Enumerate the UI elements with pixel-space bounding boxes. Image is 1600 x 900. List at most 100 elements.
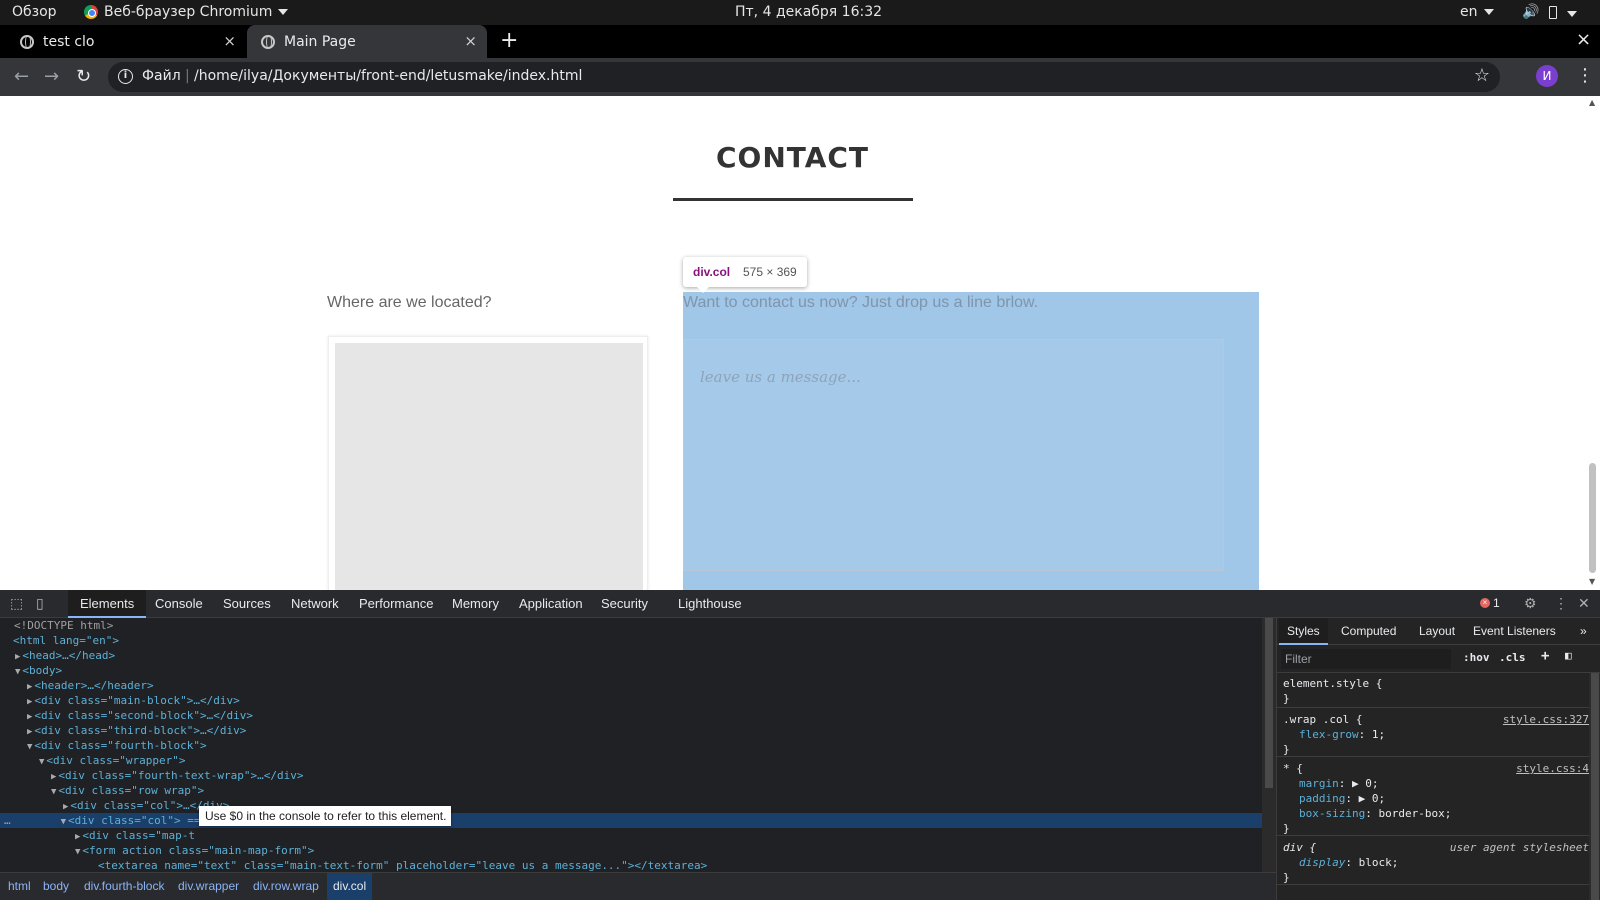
expand-triangle-icon[interactable]: ▶: [0, 727, 32, 737]
dom-node-body[interactable]: ▼ <body>: [0, 663, 1262, 678]
keyboard-layout-indicator[interactable]: en: [1460, 4, 1494, 20]
tab-performance[interactable]: Performance: [359, 596, 433, 611]
error-counter[interactable]: × 1: [1480, 596, 1500, 610]
dom-node-wrapper[interactable]: ▼ <div class="wrapper">: [0, 753, 1262, 768]
tab-test-clo[interactable]: test clo ×: [0, 25, 246, 58]
elements-scrollbar[interactable]: [1262, 618, 1276, 872]
collapse-triangle-icon[interactable]: ▼: [0, 757, 44, 767]
tab-memory[interactable]: Memory: [452, 596, 499, 611]
tab-console[interactable]: Console: [155, 596, 203, 611]
rule-property[interactable]: box-sizing: border-box;: [1299, 806, 1451, 821]
tab-layout[interactable]: Layout: [1419, 624, 1455, 638]
expand-triangle-icon[interactable]: ▶: [0, 682, 32, 692]
device-toolbar-icon[interactable]: ▯: [36, 595, 44, 612]
rule-property[interactable]: flex-grow: 1;: [1299, 727, 1385, 742]
cls-toggle[interactable]: .cls: [1499, 651, 1526, 664]
close-icon[interactable]: ×: [223, 32, 236, 50]
dom-node-col-selected[interactable]: … ▼ <div class="col"> == $0: [0, 813, 1262, 828]
profile-avatar[interactable]: И: [1536, 65, 1558, 87]
scrollbar-thumb[interactable]: [1589, 463, 1596, 573]
dom-node-main-block[interactable]: ▶ <div class="main-block">…</div>: [0, 693, 1262, 708]
toggle-sidebar-icon[interactable]: ◧: [1565, 649, 1572, 662]
scrollbar-thumb[interactable]: [1591, 673, 1599, 900]
dom-node-form[interactable]: ▼ <form action class="main-map-form">: [0, 843, 1262, 858]
tab-security[interactable]: Security: [601, 596, 648, 611]
clock[interactable]: Пт, 4 декабря 16:32: [735, 4, 882, 20]
new-tab-button[interactable]: +: [500, 27, 518, 55]
hov-toggle[interactable]: :hov: [1463, 651, 1490, 664]
activities-button[interactable]: Обзор: [12, 4, 57, 20]
collapse-triangle-icon[interactable]: ▼: [0, 742, 32, 752]
breadcrumb-body[interactable]: body: [43, 879, 69, 893]
tab-styles[interactable]: Styles: [1279, 618, 1328, 645]
dom-node-fourth-block[interactable]: ▼ <div class="fourth-block">: [0, 738, 1262, 753]
expand-triangle-icon[interactable]: ▶: [0, 712, 32, 722]
dom-node-fourth-text-wrap[interactable]: ▶ <div class="fourth-text-wrap">…</div>: [0, 768, 1262, 783]
more-menu-icon[interactable]: ⋮: [1554, 595, 1568, 612]
tab-network[interactable]: Network: [291, 596, 339, 611]
breadcrumb-html[interactable]: html: [8, 879, 31, 893]
reload-icon[interactable]: ↻: [76, 66, 91, 87]
collapse-triangle-icon[interactable]: ▼: [11, 817, 66, 827]
close-icon[interactable]: ×: [464, 32, 477, 50]
selected-node-marker[interactable]: …: [0, 814, 11, 827]
elements-tree[interactable]: <!DOCTYPE html> <html lang="en"> ▶ <head>…: [0, 618, 1262, 872]
dom-node-row-wrap[interactable]: ▼ <div class="row wrap">: [0, 783, 1262, 798]
scroll-up-icon[interactable]: ▲: [1589, 98, 1595, 107]
more-menu-icon[interactable]: ⋮: [1576, 65, 1594, 86]
rule-element-style[interactable]: element.style { }: [1277, 674, 1589, 708]
breadcrumb-col[interactable]: div.col: [327, 873, 373, 900]
dom-node-col-collapsed[interactable]: ▶ <div class="col">…</div>: [0, 798, 1262, 813]
inspect-element-icon[interactable]: ⬚: [10, 595, 23, 612]
rule-property[interactable]: margin: ▶ 0;: [1299, 776, 1379, 791]
forward-arrow-icon[interactable]: →: [44, 66, 59, 87]
tab-application[interactable]: Application: [519, 596, 583, 611]
rule-property[interactable]: padding: ▶ 0;: [1299, 791, 1385, 806]
breadcrumb-fourth-block[interactable]: div.fourth-block: [84, 879, 164, 893]
expand-triangle-icon[interactable]: ▶: [0, 652, 20, 662]
expand-triangle-icon[interactable]: ▶: [0, 802, 68, 812]
tab-elements[interactable]: Elements: [68, 590, 147, 618]
expand-triangle-icon[interactable]: ▶: [0, 832, 80, 842]
tab-sources[interactable]: Sources: [223, 596, 271, 611]
rule-property[interactable]: display: block;: [1299, 855, 1398, 870]
rule-div-user-agent[interactable]: div { user agent stylesheet display: blo…: [1277, 838, 1589, 885]
map-placeholder[interactable]: [335, 343, 643, 590]
tab-lighthouse[interactable]: Lighthouse: [678, 596, 742, 611]
breadcrumb-row-wrap[interactable]: div.row.wrap: [253, 879, 319, 893]
close-icon[interactable]: ✕: [1578, 595, 1590, 612]
tab-main-page[interactable]: Main Page ×: [247, 25, 487, 58]
page-scrollbar[interactable]: ▲ ▼: [1585, 96, 1600, 590]
new-rule-icon[interactable]: +: [1541, 648, 1549, 664]
dom-node-map[interactable]: ▶ <div class="map-t: [0, 828, 1262, 843]
breadcrumb-wrapper[interactable]: div.wrapper: [178, 879, 239, 893]
dom-node-head[interactable]: ▶ <head>…</head>: [0, 648, 1262, 663]
rule-wrap-col[interactable]: .wrap .col { style.css:327 flex-grow: 1;…: [1277, 710, 1589, 757]
dom-node-second-block[interactable]: ▶ <div class="second-block">…</div>: [0, 708, 1262, 723]
expand-triangle-icon[interactable]: ▶: [0, 697, 32, 707]
scrollbar-thumb[interactable]: [1265, 618, 1273, 788]
styles-scrollbar[interactable]: [1589, 673, 1600, 900]
scroll-down-icon[interactable]: ▼: [1589, 577, 1595, 586]
dom-node-header[interactable]: ▶ <header>…</header>: [0, 678, 1262, 693]
styles-filter-input[interactable]: [1281, 649, 1451, 669]
dom-node-textarea[interactable]: <textarea name="text" class="main-text-f…: [0, 858, 1262, 872]
info-icon[interactable]: i: [118, 69, 133, 84]
rule-source-link[interactable]: style.css:327: [1503, 712, 1589, 727]
bookmark-star-icon[interactable]: ☆: [1474, 65, 1490, 86]
back-arrow-icon[interactable]: ←: [14, 66, 29, 87]
gear-icon[interactable]: ⚙: [1524, 595, 1537, 612]
dom-node-third-block[interactable]: ▶ <div class="third-block">…</div>: [0, 723, 1262, 738]
tab-computed[interactable]: Computed: [1341, 624, 1396, 638]
url-text[interactable]: /home/ilya/Документы/front-end/letusmake…: [194, 68, 582, 84]
rule-universal[interactable]: * { style.css:4 margin: ▶ 0; padding: ▶ …: [1277, 759, 1589, 836]
window-close-button[interactable]: ×: [1576, 29, 1591, 50]
system-tray[interactable]: 🔊: [1522, 4, 1578, 20]
message-textarea[interactable]: leave us a message...: [683, 339, 1224, 571]
expand-triangle-icon[interactable]: ▶: [0, 772, 56, 782]
collapse-triangle-icon[interactable]: ▼: [0, 847, 80, 857]
rule-source-link[interactable]: style.css:4: [1516, 761, 1589, 776]
address-bar[interactable]: i Файл | /home/ilya/Документы/front-end/…: [108, 62, 1500, 92]
collapse-triangle-icon[interactable]: ▼: [0, 667, 20, 677]
tab-event-listeners[interactable]: Event Listeners: [1473, 624, 1556, 638]
